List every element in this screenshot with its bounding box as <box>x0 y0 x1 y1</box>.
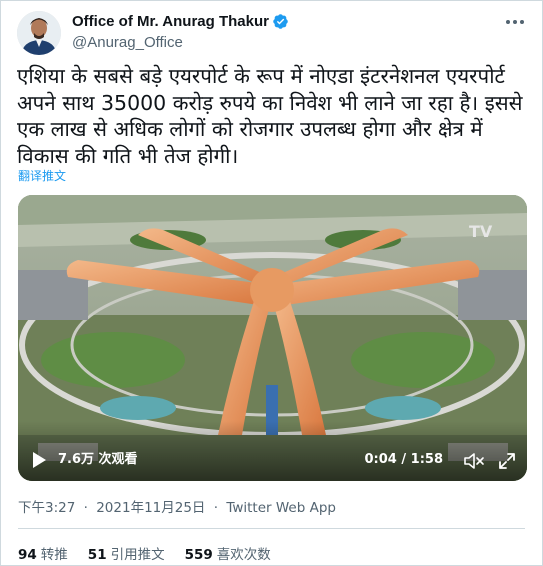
tweet-text: एशिया के सबसे बड़े एयरपोर्ट के रूप में न… <box>17 64 530 168</box>
quotes-stat[interactable]: 51 引用推文 <box>88 543 165 563</box>
quotes-count: 51 <box>87 547 107 563</box>
display-name-row: Office of Mr. Anurag Thakur <box>72 11 289 31</box>
tweet-header: Office of Mr. Anurag Thakur @Anurag_Offi… <box>17 9 526 57</box>
meta-separator: · <box>83 500 88 516</box>
avatar[interactable] <box>17 11 61 55</box>
video-timestamp: 0:04 / 1:58 <box>364 452 443 467</box>
likes-stat[interactable]: 559 喜欢次数 <box>185 543 271 563</box>
avatar-image <box>17 11 61 55</box>
likes-label: 喜欢次数 <box>216 547 271 563</box>
fullscreen-icon[interactable] <box>497 451 517 471</box>
tweet-time[interactable]: 下午3:27 <box>18 500 75 516</box>
author-display-name[interactable]: Office of Mr. Anurag Thakur <box>72 13 269 30</box>
tweet-meta: 下午3:27 · 2021年11月25日 · Twitter Web App <box>18 496 336 516</box>
tweet-stats: 94 转推 51 引用推文 559 喜欢次数 <box>18 543 291 563</box>
author-handle[interactable]: @Anurag_Office <box>72 34 289 51</box>
author-names: Office of Mr. Anurag Thakur @Anurag_Offi… <box>72 11 289 51</box>
retweets-label: 转推 <box>40 547 68 563</box>
video-player[interactable]: TV 7.6万 次观看 0:04 / 1:58 <box>18 195 527 481</box>
verified-badge-icon <box>273 13 288 29</box>
likes-count: 559 <box>184 547 213 563</box>
more-options-icon[interactable] <box>504 13 526 31</box>
tweet-card: Office of Mr. Anurag Thakur @Anurag_Offi… <box>0 0 543 566</box>
play-icon[interactable] <box>30 451 48 469</box>
retweets-count: 94 <box>18 547 37 563</box>
channel-logo-icon: TV <box>469 222 493 241</box>
tweet-source[interactable]: Twitter Web App <box>226 500 336 516</box>
divider <box>18 528 525 529</box>
retweets-stat[interactable]: 94 转推 <box>18 543 68 563</box>
svg-text:TV: TV <box>469 222 493 241</box>
translate-tweet-link[interactable]: 翻译推文 <box>18 167 66 184</box>
video-view-count: 7.6万 次观看 <box>58 452 138 467</box>
mute-icon[interactable] <box>463 451 485 471</box>
meta-separator: · <box>213 500 219 516</box>
quotes-label: 引用推文 <box>110 547 165 563</box>
tweet-date[interactable]: 2021年11月25日 <box>96 500 205 516</box>
